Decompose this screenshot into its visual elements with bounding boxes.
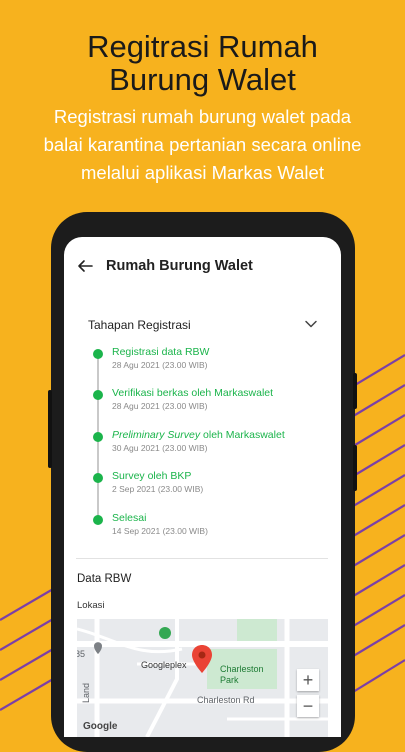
- map-park-line2: Park: [220, 675, 239, 685]
- data-rbw-title: Data RBW: [77, 573, 132, 585]
- promo-subtitle-line1: Registrasi rumah burung walet pada: [53, 106, 352, 127]
- step-done-dot: [93, 473, 103, 483]
- step-label-rest: oleh Markaswalet: [200, 429, 285, 441]
- map-park-label: Charleston Park: [220, 664, 264, 686]
- step-date: 28 Agu 2021 (23.00 WIB): [112, 401, 208, 411]
- location-map[interactable]: Googleplex Charleston Park Charleston Rd…: [77, 619, 328, 737]
- step-label: Registrasi data RBW: [112, 346, 210, 358]
- registration-header[interactable]: Tahapan Registrasi: [77, 307, 328, 337]
- chevron-down-icon[interactable]: [304, 317, 318, 331]
- section-divider: [76, 558, 328, 559]
- step-label: Selesai: [112, 512, 147, 524]
- map-road-label: Charleston Rd: [197, 695, 255, 705]
- zoom-out-button[interactable]: −: [297, 695, 319, 717]
- map-place-label: Googleplex: [141, 660, 187, 670]
- timeline-step: Verifikasi berkas oleh Markaswalet 28 Ag…: [93, 386, 333, 420]
- registration-title: Tahapan Registrasi: [88, 318, 191, 332]
- phone-side-button: [353, 445, 357, 491]
- page-title: Rumah Burung Walet: [106, 258, 253, 274]
- promo-subtitle-line2: balai karantina pertanian secara online: [43, 134, 362, 155]
- map-roads: [77, 619, 328, 737]
- map-park-line1: Charleston: [220, 664, 264, 674]
- step-label: Survey oleh BKP: [112, 470, 192, 482]
- app-bar: Rumah Burung Walet: [64, 237, 341, 297]
- map-edge-label: 85: [77, 649, 86, 659]
- step-date: 28 Agu 2021 (23.00 WIB): [112, 360, 208, 370]
- arrow-left-icon[interactable]: [76, 257, 94, 275]
- promo-subtitle-line3: melalui aplikasi Markas Walet: [81, 162, 324, 183]
- timeline-step: Survey oleh BKP 2 Sep 2021 (23.00 WIB): [93, 469, 333, 503]
- location-label: Lokasi: [77, 600, 105, 611]
- step-label: Verifikasi berkas oleh Markaswalet: [112, 387, 274, 399]
- promo-subtitle: Registrasi rumah burung walet pada balai…: [10, 103, 395, 187]
- step-done-dot: [93, 432, 103, 442]
- map-vertical-label: Land: [81, 682, 91, 703]
- timeline-step: Preliminary Survey oleh Markaswalet 30 A…: [93, 428, 333, 462]
- google-logo: Google: [83, 721, 118, 732]
- phone-side-button: [353, 373, 357, 409]
- timeline-step: Registrasi data RBW 28 Agu 2021 (23.00 W…: [93, 345, 333, 379]
- step-label: Preliminary Survey oleh Markaswalet: [112, 429, 285, 441]
- promo-title: Regitrasi Rumah Burung Walet: [0, 30, 405, 96]
- map-pin-icon[interactable]: [192, 645, 212, 673]
- phone-screen: Rumah Burung Walet Tahapan Registrasi Re…: [64, 237, 341, 737]
- step-date: 30 Agu 2021 (23.00 WIB): [112, 443, 208, 453]
- step-done-dot: [93, 390, 103, 400]
- step-done-dot: [93, 349, 103, 359]
- step-done-dot: [93, 515, 103, 525]
- step-label-italic: Preliminary Survey: [112, 429, 201, 441]
- step-date: 2 Sep 2021 (23.00 WIB): [112, 484, 204, 494]
- promo-title-line2: Burung Walet: [109, 62, 296, 97]
- step-date: 14 Sep 2021 (23.00 WIB): [112, 526, 208, 536]
- phone-side-button: [48, 390, 52, 468]
- promo-title-line1: Regitrasi Rumah: [87, 29, 318, 64]
- timeline-step: Selesai 14 Sep 2021 (23.00 WIB): [93, 511, 333, 545]
- zoom-in-button[interactable]: +: [297, 669, 319, 691]
